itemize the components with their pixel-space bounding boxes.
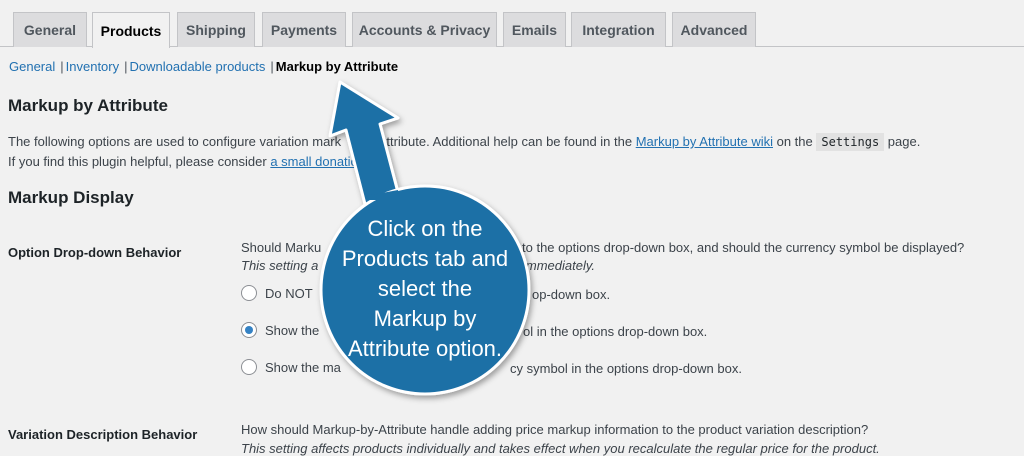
subnav-general-link[interactable]: General [9, 59, 55, 74]
radio-label-end: op-down box. [532, 287, 611, 302]
radio-button[interactable] [241, 359, 257, 375]
intro-text-c: on the [773, 134, 817, 149]
option-dropdown-note-start: This setting a [241, 258, 319, 273]
tab-products[interactable]: Products [92, 12, 170, 48]
subnav-separator: | [270, 59, 274, 74]
option-dropdown-note-end: immediately. [523, 258, 596, 273]
subnav-inventory-link[interactable]: Inventory [66, 59, 119, 74]
option-dropdown-label: Option Drop-down Behavior [8, 245, 182, 260]
product-subnav: General | Inventory | Downloadable products |… [9, 59, 398, 74]
radio-label-start: Show the [265, 322, 320, 338]
intro-text-d: page. [884, 134, 921, 149]
subnav-separator: | [124, 59, 128, 74]
intro-paragraph: The following options are used to config… [8, 133, 921, 151]
radio-button-checked[interactable] [241, 322, 257, 338]
tab-general[interactable]: General [13, 12, 87, 47]
radio-label-end: ol in the options drop-down box. [523, 324, 708, 339]
wiki-link[interactable]: Markup by Attribute wiki [636, 134, 773, 149]
option-dropdown-question-start: Should Marku [241, 240, 322, 255]
markup-display-title: Markup Display [8, 188, 134, 207]
radio-option-do-not[interactable]: Do NOT [241, 285, 313, 301]
callout-text: Click on the Products tab and select the… [341, 216, 509, 361]
section-title: Markup by Attribute [8, 96, 168, 115]
donation-paragraph: If you find this plugin helpful, please … [8, 154, 358, 169]
radio-label-start: Do NOT [265, 285, 313, 301]
variation-description-question: How should Markup-by-Attribute handle ad… [241, 422, 869, 437]
subnav-current-markup: Markup by Attribute [275, 59, 399, 74]
variation-description-label: Variation Description Behavior [8, 427, 198, 442]
radio-option-show-markup[interactable]: Show the [241, 322, 319, 338]
variation-description-note: This setting affects products individual… [241, 441, 880, 456]
tab-payments[interactable]: Payments [262, 12, 346, 47]
subnav-separator: | [60, 59, 64, 74]
option-dropdown-question-end: to the options drop-down box, and should… [522, 240, 965, 255]
radio-label-end: cy symbol in the options drop-down box. [510, 361, 742, 376]
tab-integration[interactable]: Integration [571, 12, 666, 47]
subnav-downloadable-link[interactable]: Downloadable products [130, 59, 266, 74]
tab-accounts-privacy[interactable]: Accounts & Privacy [352, 12, 497, 47]
settings-code: Settings [816, 133, 885, 151]
intro-text-b: attribute. Additional help can be found … [379, 134, 636, 149]
donation-link[interactable]: a small donatio [270, 154, 357, 169]
settings-tab-bar: General Products Shipping Payments Accou… [0, 0, 1024, 48]
tab-shipping[interactable]: Shipping [177, 12, 255, 47]
radio-button[interactable] [241, 285, 257, 301]
tab-advanced[interactable]: Advanced [672, 12, 756, 47]
donation-text: If you find this plugin helpful, please … [8, 154, 271, 169]
intro-text-a: The following options are used to config… [8, 134, 342, 149]
tab-emails[interactable]: Emails [503, 12, 566, 47]
